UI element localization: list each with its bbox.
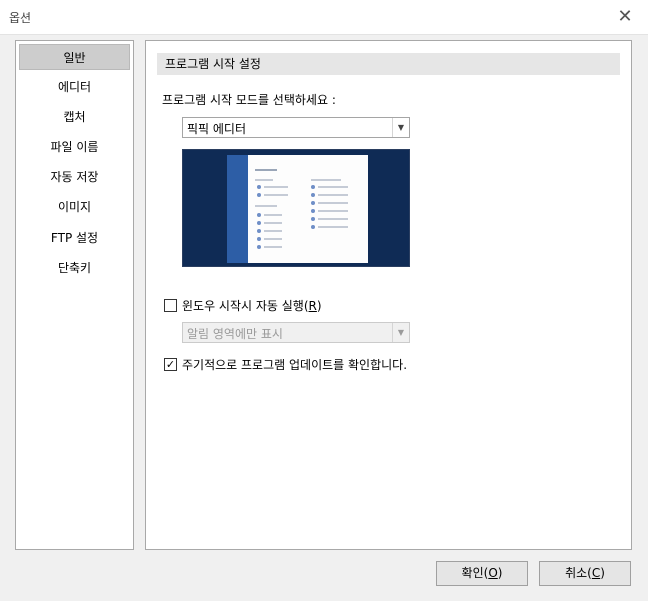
preview-icon [311, 225, 315, 229]
autostart-accel-key: R [308, 299, 317, 313]
preview-icon [257, 221, 261, 225]
preview-line [318, 218, 348, 220]
sidebar-item-label: 자동 저장 [50, 170, 99, 184]
sidebar-item-label: 캡처 [63, 110, 86, 124]
sidebar-item-label: 파일 이름 [50, 140, 99, 154]
preview-window [227, 155, 368, 263]
cancel-label: 취소( [565, 566, 592, 580]
preview-nav [227, 155, 248, 263]
preview-icon [257, 193, 261, 197]
update-check-label[interactable]: 주기적으로 프로그램 업데이트를 확인합니다. [182, 356, 407, 373]
preview-icon [311, 193, 315, 197]
preview-icon [257, 185, 261, 189]
preview-line [318, 186, 348, 188]
preview-line [318, 194, 348, 196]
start-mode-value: 픽픽 에디터 [187, 122, 247, 136]
preview-line [264, 230, 282, 232]
sidebar-item-hotkeys[interactable]: 단축키 [19, 255, 130, 281]
sidebar-item-ftp[interactable]: FTP 설정 [19, 225, 130, 251]
sidebar-item-capture[interactable]: 캡처 [19, 104, 130, 130]
preview-line [318, 202, 348, 204]
tray-mode-value: 알림 영역에만 표시 [187, 327, 283, 341]
sidebar-item-image[interactable]: 이미지 [19, 194, 130, 220]
ok-button[interactable]: 확인(O) [436, 561, 528, 586]
general-settings-panel: 프로그램 시작 설정 프로그램 시작 모드를 선택하세요 : 픽픽 에디터 ▼ [145, 40, 632, 550]
window-title: 옵션 [9, 11, 32, 25]
tray-mode-select: 알림 영역에만 표시 ▼ [182, 322, 410, 343]
preview-line [264, 238, 282, 240]
preview-line [318, 210, 348, 212]
preview-icon [257, 229, 261, 233]
autostart-label-suffix: ) [316, 299, 322, 313]
sidebar-item-filename[interactable]: 파일 이름 [19, 134, 130, 160]
sidebar-item-general[interactable]: 일반 [19, 44, 130, 70]
preview-icon [311, 201, 315, 205]
options-category-list: 일반 에디터 캡처 파일 이름 자동 저장 이미지 FTP 설정 단축키 [15, 40, 134, 550]
sidebar-item-label: 일반 [63, 51, 86, 65]
sidebar-item-label: 에디터 [57, 80, 92, 94]
autostart-label-text: 윈도우 시작시 자동 실행( [182, 299, 309, 313]
cancel-accel-key: C [591, 566, 601, 580]
ok-accel-key: O [488, 566, 498, 580]
chevron-down-icon[interactable]: ▼ [392, 118, 409, 137]
ok-label: 확인( [461, 566, 489, 580]
cancel-label-suffix: ) [600, 566, 605, 580]
preview-line [264, 222, 282, 224]
preview-line [264, 214, 282, 216]
preview-icon [257, 245, 261, 249]
preview-line [318, 226, 348, 228]
preview-icon [257, 237, 261, 241]
update-check-checkbox[interactable]: ✓ [164, 358, 177, 371]
start-mode-select[interactable]: 픽픽 에디터 ▼ [182, 117, 410, 138]
preview-line [311, 179, 341, 181]
preview-icon [311, 217, 315, 221]
preview-line [264, 186, 288, 188]
autostart-checkbox[interactable] [164, 299, 177, 312]
preview-line [264, 194, 288, 196]
preview-icon [311, 185, 315, 189]
preview-icon [257, 213, 261, 217]
editor-preview-image [182, 149, 410, 267]
preview-line [255, 205, 277, 207]
start-mode-label: 프로그램 시작 모드를 선택하세요 : [162, 93, 336, 107]
cancel-button[interactable]: 취소(C) [539, 561, 631, 586]
chevron-down-icon: ▼ [392, 323, 409, 342]
ok-label-suffix: ) [497, 566, 503, 580]
sidebar-item-label: 단축키 [57, 261, 92, 275]
sidebar-item-editor[interactable]: 에디터 [19, 74, 130, 100]
sidebar-item-label: FTP 설정 [50, 231, 99, 245]
preview-line [255, 179, 273, 181]
preview-line [264, 246, 282, 248]
close-icon[interactable]: ✕ [616, 8, 634, 26]
autostart-label[interactable]: 윈도우 시작시 자동 실행(R) [182, 297, 322, 314]
section-title: 프로그램 시작 설정 [157, 53, 620, 75]
title-bar: 옵션 ✕ [0, 0, 648, 35]
sidebar-item-label: 이미지 [57, 200, 92, 214]
preview-line [255, 169, 277, 171]
sidebar-item-autosave[interactable]: 자동 저장 [19, 164, 130, 190]
preview-icon [311, 209, 315, 213]
